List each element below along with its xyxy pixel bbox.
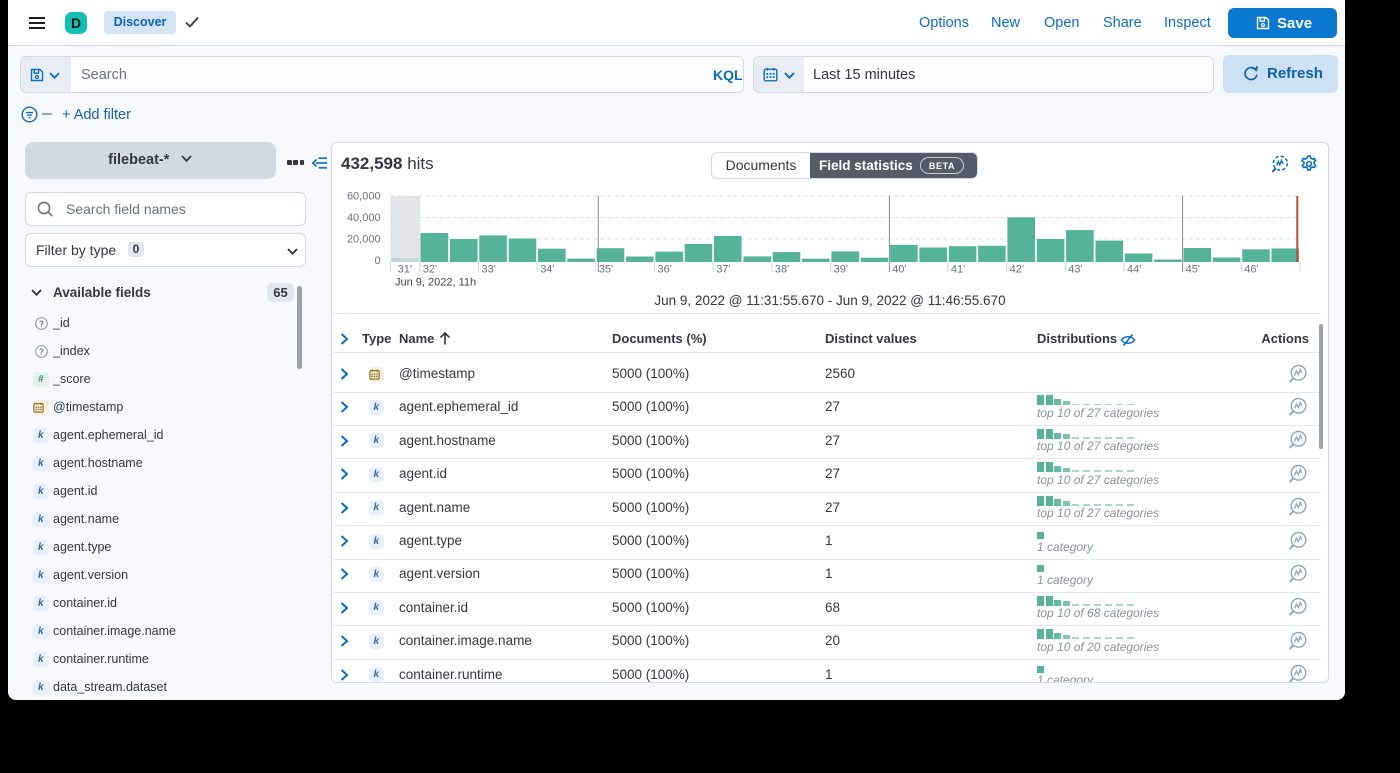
svg-text:39': 39' (834, 264, 848, 276)
svg-text:38': 38' (775, 264, 789, 276)
svg-text:34': 34' (540, 264, 554, 276)
svg-text:45': 45' (1186, 264, 1200, 276)
svg-text:36': 36' (658, 264, 672, 276)
svg-text:43': 43' (1068, 264, 1082, 276)
svg-text:46': 46' (1244, 264, 1258, 276)
svg-text:Jun 9, 2022, 11h: Jun 9, 2022, 11h (395, 277, 476, 289)
svg-text:31': 31' (398, 264, 412, 276)
svg-text:20,000: 20,000 (347, 234, 381, 246)
svg-text:44': 44' (1127, 264, 1141, 276)
svg-text:60,000: 60,000 (347, 191, 381, 203)
svg-text:37': 37' (716, 264, 730, 276)
svg-text:42': 42' (1010, 264, 1024, 276)
svg-text:0: 0 (374, 255, 380, 267)
svg-text:?: ? (39, 318, 44, 328)
svg-text:32': 32' (423, 264, 437, 276)
svg-text:35': 35' (599, 264, 613, 276)
svg-text:40': 40' (892, 264, 906, 276)
svg-text:41': 41' (951, 264, 965, 276)
svg-text:33': 33' (482, 264, 496, 276)
svg-text:?: ? (39, 346, 44, 356)
svg-text:40,000: 40,000 (347, 212, 381, 224)
